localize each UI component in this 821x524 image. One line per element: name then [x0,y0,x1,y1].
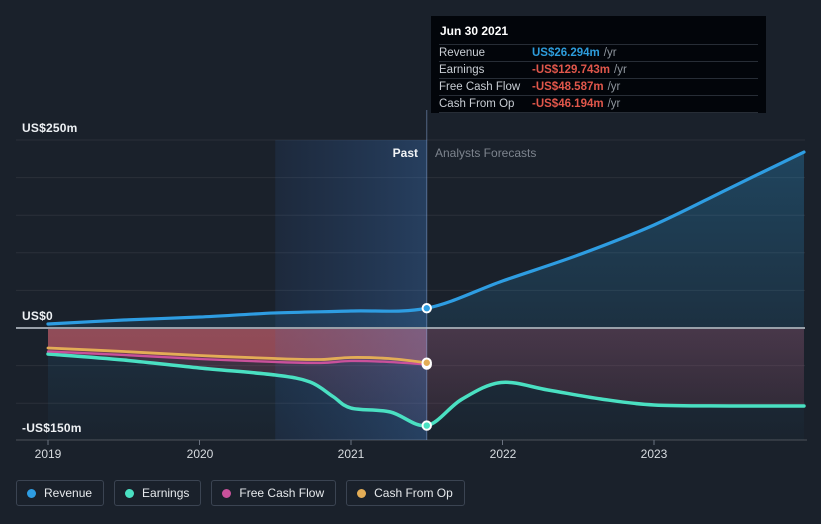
x-axis-label-2021: 2021 [337,447,365,461]
tooltip-unit: /yr [614,64,627,76]
tooltip-unit: /yr [607,81,621,93]
chart-tooltip: Jun 30 2021 Revenue US$26.294m /yr Earni… [431,16,766,113]
tooltip-date-title: Jun 30 2021 [440,24,509,38]
y-axis-label-neg150m: -US$150m [22,421,82,435]
tooltip-row-cash-from-op: Cash From Op -US$46.194m /yr [439,95,758,113]
earnings-revenue-chart-widget: US$250m US$0 -US$150m Past Analysts Fore… [0,0,821,524]
legend-label: Revenue [44,486,93,500]
legend-item-cash-from-op[interactable]: Cash From Op [346,480,465,506]
tooltip-row-revenue: Revenue US$26.294m /yr [439,44,758,61]
revenue-dot-icon [27,488,36,498]
y-axis-label-0: US$0 [22,309,53,323]
x-axis-label-2020: 2020 [186,447,214,461]
legend-item-earnings[interactable]: Earnings [114,480,202,506]
chart-legend: Revenue Earnings Free Cash Flow Cash Fro… [16,480,465,506]
x-axis-label-2023: 2023 [640,447,668,461]
tooltip-label: Revenue [439,47,486,59]
legend-label: Earnings [142,486,190,500]
x-axis-label-2019: 2019 [34,447,62,461]
cash-from-op-dot-icon [357,488,367,498]
tooltip-label: Cash From Op [439,98,515,110]
tooltip-row-earnings: Earnings -US$129.743m /yr [439,61,758,78]
earnings-dot-icon [125,488,135,498]
legend-label: Free Cash Flow [239,486,325,500]
tooltip-value: US$26.294m [532,47,600,59]
legend-label: Cash From Op [374,486,453,500]
tooltip-unit: /yr [603,47,617,59]
tooltip-value: -US$46.194m [532,98,604,110]
legend-item-revenue[interactable]: Revenue [16,480,105,506]
past-region-label: Past [392,146,418,160]
tooltip-value: -US$129.743m [532,64,610,76]
tooltip-row-free-cash-flow: Free Cash Flow -US$48.587m /yr [439,78,758,95]
tooltip-label: Free Cash Flow [439,81,521,93]
legend-item-free-cash-flow[interactable]: Free Cash Flow [211,480,337,506]
tooltip-unit: /yr [607,98,621,110]
tooltip-value: -US$48.587m [532,81,604,93]
tooltip-label: Earnings [439,64,485,76]
x-axis-label-2022: 2022 [489,447,517,461]
y-axis-label-250m: US$250m [22,121,78,135]
free-cash-flow-dot-icon [222,488,232,498]
forecast-region-label: Analysts Forecasts [435,146,537,160]
